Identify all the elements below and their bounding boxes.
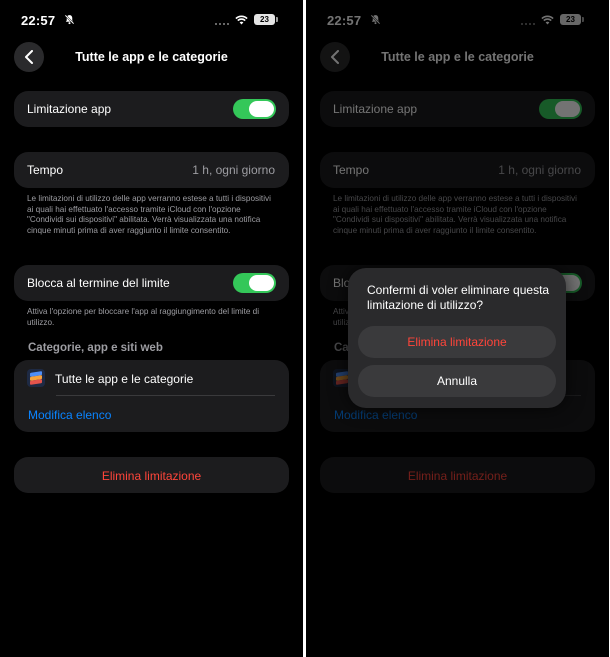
confirm-delete-button[interactable]: Elimina limitazione bbox=[358, 326, 556, 358]
block-footnote: Attiva l'opzione per bloccare l'app al r… bbox=[27, 307, 260, 327]
block-limit-label: Blocca al termine del limite bbox=[27, 276, 170, 290]
delete-limit-label: Elimina limitazione bbox=[101, 469, 202, 483]
status-bar: 22:57 23 bbox=[0, 0, 303, 40]
battery-icon: 23 bbox=[254, 14, 278, 25]
edit-list-link[interactable]: Modifica elenco bbox=[28, 408, 111, 422]
confirm-dialog: Confermi di voler eliminare questa limit… bbox=[348, 268, 566, 408]
block-limit-toggle[interactable] bbox=[233, 273, 276, 293]
settings-screen-with-dialog: 22:57 23 Tutte le app e le categorie Lim… bbox=[306, 0, 609, 657]
delete-limit-button[interactable]: Elimina limitazione bbox=[14, 457, 289, 493]
dialog-message: Confermi di voler eliminare questa limit… bbox=[367, 283, 550, 312]
status-time: 22:57 bbox=[21, 13, 56, 28]
settings-screen: 22:57 23 Tutte le app e le categorie Lim… bbox=[0, 0, 303, 657]
time-label: Tempo bbox=[27, 163, 64, 177]
cancel-button[interactable]: Annulla bbox=[358, 365, 556, 397]
time-footnote: Le limitazioni di utilizzo delle app ver… bbox=[27, 194, 271, 235]
divider bbox=[56, 395, 275, 396]
app-limit-row: Limitazione app bbox=[14, 91, 289, 127]
time-value: 1 h, ogni giorno bbox=[192, 163, 275, 177]
block-limit-row: Blocca al termine del limite bbox=[14, 265, 289, 301]
categories-card: Tutte le app e le categorie Modifica ele… bbox=[14, 360, 289, 432]
silent-bell-icon bbox=[64, 14, 75, 25]
app-limit-toggle[interactable] bbox=[233, 99, 276, 119]
wifi-icon bbox=[235, 15, 248, 24]
time-row[interactable]: Tempo 1 h, ogni giorno bbox=[14, 152, 289, 188]
status-icons: 23 bbox=[215, 14, 278, 25]
nav-bar: Tutte le app e le categorie bbox=[0, 42, 303, 74]
app-stack-icon bbox=[27, 369, 45, 387]
page-title: Tutte le app e le categorie bbox=[75, 50, 228, 64]
categories-item-label: Tutte le app e le categorie bbox=[55, 372, 194, 386]
signal-icon bbox=[215, 15, 229, 25]
categories-header: Categorie, app e siti web bbox=[28, 342, 163, 354]
app-limit-label: Limitazione app bbox=[27, 102, 112, 116]
